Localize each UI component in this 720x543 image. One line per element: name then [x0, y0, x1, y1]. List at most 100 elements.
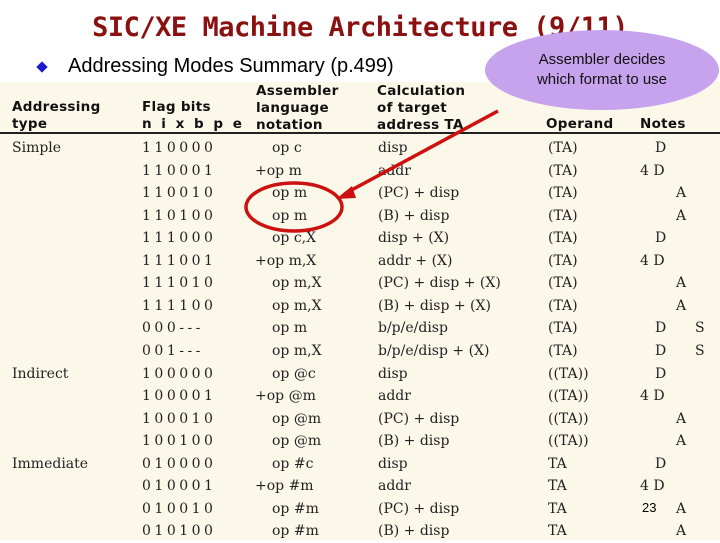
table-row: 111000 op c,X disp + (X) (TA) D	[0, 227, 720, 250]
cell-operand: TA	[548, 455, 567, 472]
cell-calculation: (PC) + disp	[378, 410, 460, 427]
header-line: Notes	[640, 116, 686, 132]
cell-calculation: addr	[378, 162, 411, 179]
cell-calculation: disp + (X)	[378, 230, 450, 247]
callout-bubble: Assembler decides which format to use	[485, 30, 719, 110]
cell-notation: op m,X	[272, 297, 322, 314]
cell-notation: op #c	[272, 455, 314, 472]
cell-notes: D	[655, 320, 667, 337]
cell-notes: A	[676, 500, 687, 517]
header-line: Flag bits	[142, 99, 211, 115]
cell-addressing-type: Indirect	[12, 365, 69, 382]
cell-notation: +op #m	[255, 478, 314, 495]
table-row: 110100 op m (B) + disp (TA) A	[0, 205, 720, 228]
table-row: 111001 +op m,X addr + (X) (TA) 4 D	[0, 250, 720, 273]
header-notes: Notes	[640, 116, 686, 133]
cell-notes: D	[655, 365, 667, 382]
cell-notation: op m,X	[272, 275, 322, 292]
header-line: type	[12, 116, 48, 132]
cell-flag-bits: 110000	[142, 140, 217, 156]
cell-notes: D	[655, 342, 667, 359]
cell-operand: (TA)	[548, 342, 578, 359]
cell-notation: op @m	[272, 433, 322, 450]
table-row: 001--- op m,X b/p/e/disp + (X) (TA) D S	[0, 340, 720, 363]
cell-notes: D	[655, 140, 667, 156]
header-notation: Assembler language notation	[256, 83, 339, 134]
cell-notation: op m	[272, 320, 308, 337]
cell-calculation: (PC) + disp + (X)	[378, 275, 501, 292]
cell-flag-bits: 111001	[142, 252, 217, 269]
cell-notes: A	[676, 185, 687, 202]
cell-calculation: addr	[378, 388, 411, 405]
cell-calculation: addr	[378, 478, 411, 495]
cell-addressing-type: Simple	[12, 140, 62, 156]
cell-calculation: addr + (X)	[378, 252, 453, 269]
cell-notation: +op m	[255, 162, 302, 179]
cell-calculation: (B) + disp + (X)	[378, 297, 491, 314]
cell-addressing-type: Immediate	[12, 455, 89, 472]
cell-operand: (TA)	[548, 185, 578, 202]
cell-notes: D	[655, 455, 667, 472]
cell-notation: op #m	[272, 523, 319, 540]
cell-operand: (TA)	[548, 207, 578, 224]
cell-notes-extra: S	[695, 320, 705, 337]
cell-flag-bits: 111100	[142, 297, 217, 314]
cell-flag-bits: 111000	[142, 230, 217, 247]
cell-flag-bits: 010001	[142, 478, 217, 495]
cell-notation: op c,X	[272, 230, 317, 247]
cell-flag-bits: 100010	[142, 410, 217, 427]
table-row: 010100 op #m (B) + disp TA A	[0, 520, 720, 543]
header-divider	[0, 132, 720, 134]
addressing-modes-table: Addressing type Flag bits n i x b p e As…	[0, 82, 720, 540]
header-line: of target	[377, 100, 448, 116]
cell-operand: ((TA))	[548, 365, 589, 382]
table-row: Immediate 010000 op #c disp TA D	[0, 453, 720, 476]
cell-operand: (TA)	[548, 275, 578, 292]
cell-calculation: disp	[378, 365, 408, 382]
cell-operand: (TA)	[548, 297, 578, 314]
callout-text-line: Assembler decides	[538, 51, 666, 68]
diamond-bullet-icon	[36, 60, 48, 73]
cell-notes: A	[676, 433, 687, 450]
cell-calculation: (PC) + disp	[378, 185, 460, 202]
cell-notes: A	[676, 207, 687, 224]
table-row: 111100 op m,X (B) + disp + (X) (TA) A	[0, 295, 720, 318]
cell-operand: ((TA))	[548, 410, 589, 427]
cell-notes: D	[655, 230, 667, 247]
table-row: 000--- op m b/p/e/disp (TA) D S	[0, 317, 720, 340]
cell-flag-bits: 111010	[142, 275, 217, 292]
table-row: 111010 op m,X (PC) + disp + (X) (TA) A	[0, 272, 720, 295]
cell-notes: 4 D	[640, 162, 665, 179]
cell-calculation: (PC) + disp	[378, 500, 460, 517]
cell-flag-bits: 001---	[142, 342, 204, 359]
cell-notes: A	[676, 297, 687, 314]
table-row: 100010 op @m (PC) + disp ((TA)) A	[0, 408, 720, 431]
bullet-text: Addressing Modes Summary (p.499)	[68, 55, 394, 77]
cell-calculation: disp	[378, 455, 408, 472]
cell-operand: TA	[548, 478, 567, 495]
cell-flag-bits: 010000	[142, 455, 217, 472]
cell-flag-bits: 100100	[142, 433, 217, 450]
table-row: 110001 +op m addr (TA) 4 D	[0, 160, 720, 183]
table-row: 010001 +op #m addr TA 4 D	[0, 475, 720, 498]
cell-notes-extra: S	[695, 342, 705, 359]
header-line: language	[256, 100, 329, 116]
cell-notation: op m,X	[272, 342, 322, 359]
cell-notation: op @m	[272, 410, 322, 427]
page-number: 23	[642, 500, 657, 515]
table-row: 100001 +op @m addr ((TA)) 4 D	[0, 385, 720, 408]
bullet-item: Addressing Modes Summary (p.499)	[36, 55, 394, 78]
table-row: 110010 op m (PC) + disp (TA) A	[0, 182, 720, 205]
header-line: Assembler	[256, 83, 339, 99]
header-line: Addressing	[12, 99, 101, 115]
cell-flag-bits: 110100	[142, 207, 217, 224]
cell-calculation: disp	[378, 140, 408, 156]
callout-text-line: which format to use	[536, 71, 668, 88]
cell-flag-bits: 010100	[142, 523, 217, 540]
cell-notes: A	[676, 275, 687, 292]
cell-operand: ((TA))	[548, 433, 589, 450]
cell-operand: TA	[548, 500, 567, 517]
cell-operand: (TA)	[548, 230, 578, 247]
cell-notation: op #m	[272, 500, 319, 517]
header-line: n i x b p e	[142, 116, 245, 132]
